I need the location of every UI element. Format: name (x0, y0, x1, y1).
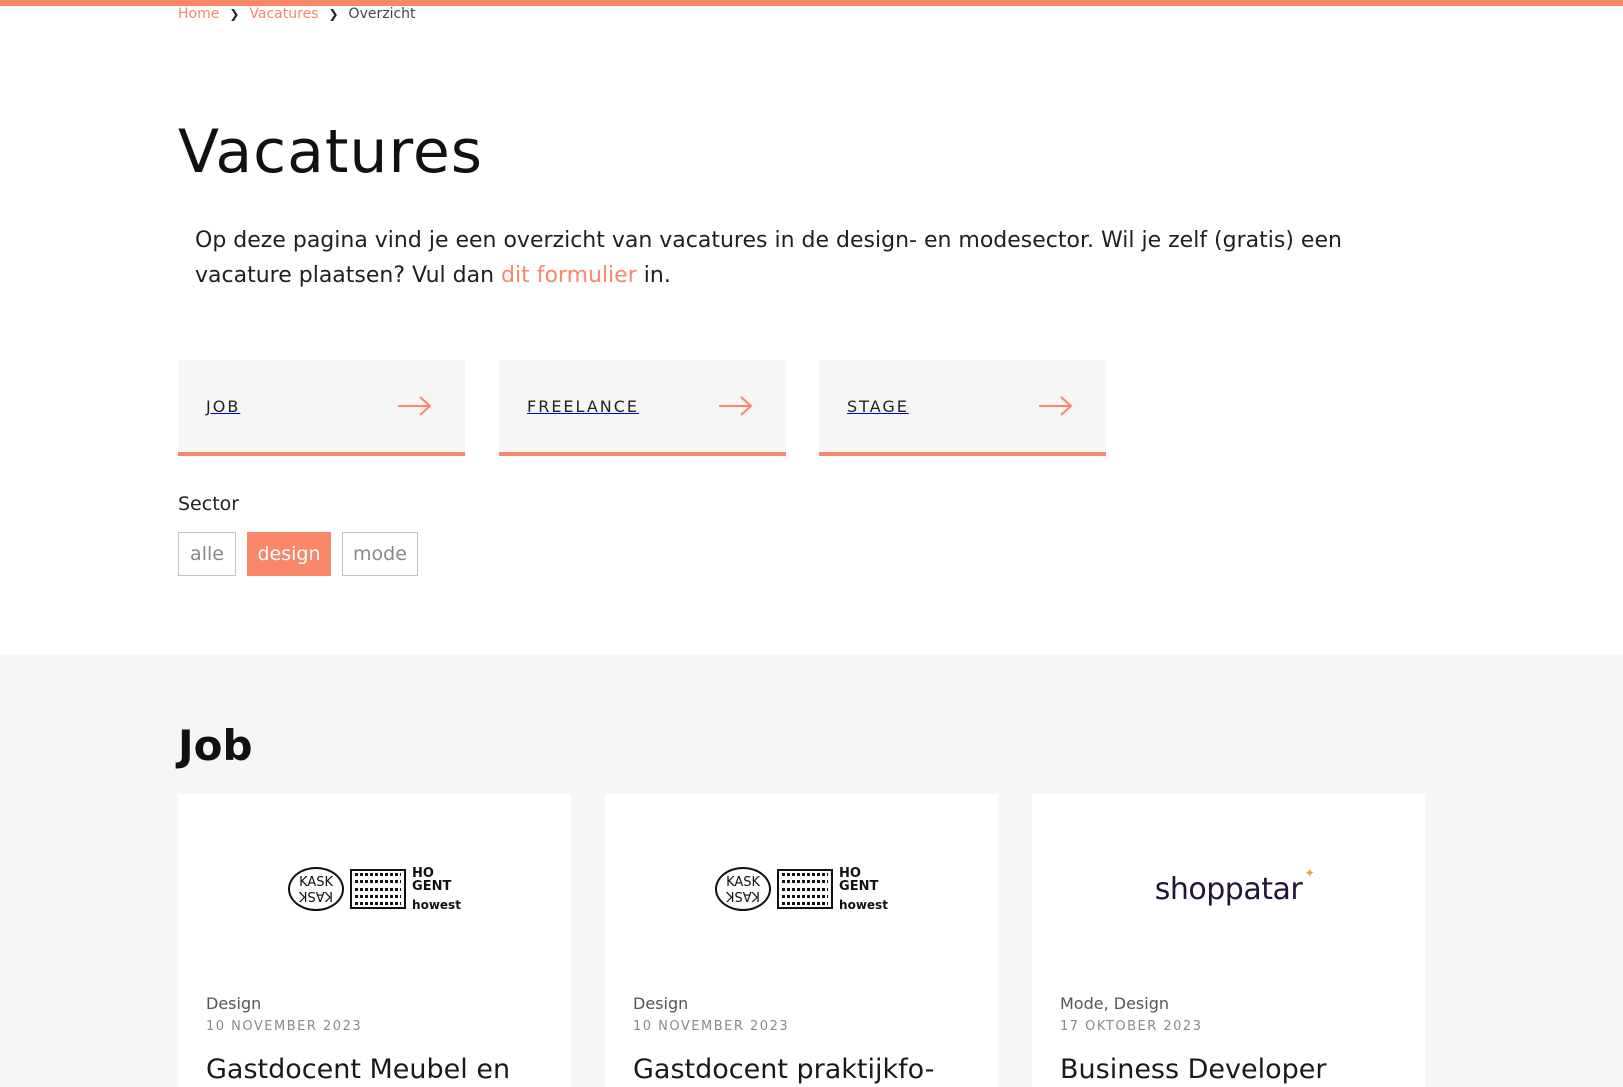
type-card-stage[interactable]: STAGE (819, 360, 1106, 456)
intro-text-start: Op deze pagina vind je een overzicht van… (195, 228, 1342, 288)
sector-chip-alle[interactable]: alle (178, 532, 236, 576)
intro-text-end: in. (636, 263, 671, 288)
job-card[interactable]: shoppatar ✦ Mode, Design 17 OKTOBER 2023 … (1032, 794, 1425, 1087)
job-date: 10 NOVEMBER 2023 (206, 1019, 363, 1034)
breadcrumb: Home ❯ Vacatures ❯ Overzicht (178, 4, 416, 24)
job-title[interactable]: Business Developer (1060, 1050, 1327, 1087)
conservatorium-logo-mark (777, 869, 834, 909)
type-card-label: STAGE (847, 396, 909, 416)
job-sector: Design (206, 994, 262, 1013)
sector-label: Sector (178, 493, 240, 515)
arrow-right-icon (1039, 396, 1073, 416)
kask-hogent-howest-logo: KASK KASK HO GENT howest (178, 844, 571, 934)
chevron-right-icon: ❯ (229, 7, 240, 21)
sparkle-icon: ✦ (1304, 865, 1315, 880)
form-link[interactable]: dit formulier (501, 263, 637, 288)
job-date: 17 OKTOBER 2023 (1060, 1019, 1203, 1034)
type-card-freelance[interactable]: FREELANCE (499, 360, 786, 456)
type-card-label: FREELANCE (527, 396, 640, 416)
job-sector: Design (633, 994, 689, 1013)
section-title-job: Job (178, 721, 253, 770)
job-card[interactable]: KASK KASK HO GENT howest Design 10 NOVEM… (605, 794, 998, 1087)
sector-chip-design[interactable]: design (247, 532, 331, 576)
type-card-label: JOB (206, 396, 241, 416)
arrow-right-icon (719, 396, 753, 416)
conservatorium-logo-mark (350, 869, 407, 909)
job-sector: Mode, Design (1060, 994, 1170, 1013)
chevron-right-icon: ❯ (328, 7, 339, 21)
breadcrumb-vacatures[interactable]: Vacatures (249, 4, 318, 24)
type-card-job[interactable]: JOB (178, 360, 465, 456)
job-title[interactable]: Gastdocent praktijkfo- (633, 1050, 934, 1087)
job-card[interactable]: KASK KASK HO GENT howest Design 10 NOVEM… (178, 794, 571, 1087)
shoppatar-logo: shoppatar ✦ (1154, 865, 1315, 907)
kask-hogent-howest-logo: KASK KASK HO GENT howest (605, 844, 998, 934)
page-title: Vacatures (178, 117, 483, 187)
arrow-right-icon (398, 396, 432, 416)
sector-chip-mode[interactable]: mode (342, 532, 418, 576)
intro-text: Op deze pagina vind je een overzicht van… (195, 223, 1375, 293)
job-date: 10 NOVEMBER 2023 (633, 1019, 790, 1034)
job-title[interactable]: Gastdocent Meubel en (206, 1050, 510, 1087)
breadcrumb-current: Overzicht (348, 6, 416, 22)
breadcrumb-home[interactable]: Home (178, 4, 219, 24)
